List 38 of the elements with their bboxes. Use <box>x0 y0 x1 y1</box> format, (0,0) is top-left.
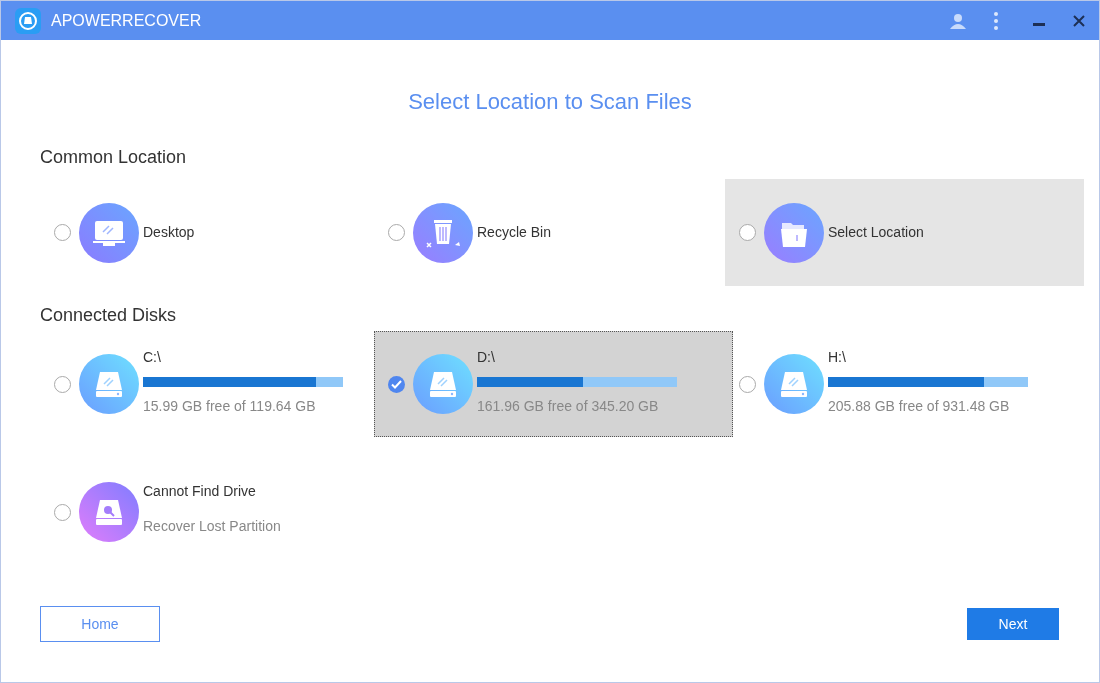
disk-icon <box>79 354 139 414</box>
location-label: Desktop <box>143 223 195 242</box>
checkmark-icon <box>391 379 402 389</box>
page-heading: Select Location to Scan Files <box>407 88 693 116</box>
desktop-icon <box>79 202 139 263</box>
radio-button[interactable] <box>739 224 756 241</box>
disk-icon <box>413 354 473 414</box>
disk-label: C:\ <box>143 348 162 367</box>
next-button[interactable]: Next <box>967 608 1059 640</box>
free-space-text: 161.96 GB free of 345.20 GB <box>477 397 660 416</box>
disk-option[interactable]: D:\ 161.96 GB free of 345.20 GB <box>374 331 733 437</box>
user-icon[interactable] <box>949 11 967 30</box>
location-label: Select Location <box>828 223 924 242</box>
option-description: Recover Lost Partition <box>143 517 281 536</box>
window-title: APOWERRECOVER <box>51 10 202 31</box>
app-logo-icon <box>15 7 41 34</box>
radio-button[interactable] <box>54 224 71 241</box>
more-icon[interactable] <box>993 11 999 30</box>
radio-button[interactable] <box>739 375 756 393</box>
disk-label: D:\ <box>477 348 496 367</box>
disk-icon <box>764 354 824 414</box>
close-icon[interactable] <box>1073 14 1085 27</box>
minimize-icon[interactable] <box>1033 22 1045 27</box>
disk-label: H:\ <box>828 348 847 367</box>
section-title: Connected Disks <box>40 304 178 327</box>
recycle-icon <box>413 202 473 263</box>
section-title: Common Location <box>40 146 188 169</box>
location-option[interactable]: Select Location <box>725 179 1084 286</box>
free-space-text: 15.99 GB free of 119.64 GB <box>143 397 317 416</box>
location-label: Recycle Bin <box>477 223 551 242</box>
radio-button[interactable] <box>54 375 71 393</box>
radio-button[interactable] <box>388 375 405 393</box>
radio-button[interactable] <box>54 503 71 521</box>
free-space-text: 205.88 GB free of 931.48 GB <box>828 397 1011 416</box>
radio-button[interactable] <box>388 224 405 241</box>
option-label: Cannot Find Drive <box>143 482 257 501</box>
folder-icon <box>764 202 824 263</box>
partition-icon <box>79 482 139 542</box>
